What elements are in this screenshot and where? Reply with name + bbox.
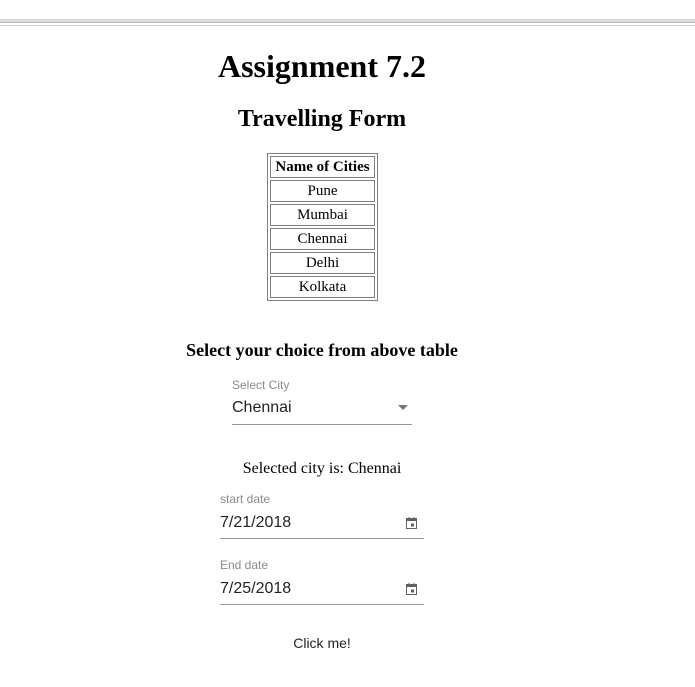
- start-date-input[interactable]: 7/21/2018: [220, 514, 291, 532]
- city-select[interactable]: Select City Chennai: [232, 378, 412, 425]
- table-cell-city: Chennai: [270, 228, 375, 250]
- choice-heading: Select your choice from above table: [186, 340, 458, 360]
- city-select-value[interactable]: Chennai: [232, 399, 292, 417]
- end-date-label: End date: [220, 558, 269, 572]
- selected-city-text: Selected city is: Chennai: [242, 460, 402, 477]
- start-date-field[interactable]: start date 7/21/2018: [220, 492, 424, 539]
- table-cell-city: Delhi: [270, 252, 375, 274]
- page-subtitle: Travelling Form: [237, 106, 407, 132]
- calendar-icon[interactable]: [406, 583, 417, 595]
- table-row: Mumbai: [270, 204, 375, 226]
- cities-table: Name of Cities Pune Mumbai Chennai Delhi…: [267, 153, 378, 301]
- end-date-field[interactable]: End date 7/25/2018: [220, 558, 424, 605]
- click-me-button[interactable]: Click me!: [282, 630, 362, 656]
- table-cell-city: Mumbai: [270, 204, 375, 226]
- table-row: Pune: [270, 180, 375, 202]
- table-row: Delhi: [270, 252, 375, 274]
- end-date-input[interactable]: 7/25/2018: [220, 580, 291, 598]
- table-row: Kolkata: [270, 276, 375, 298]
- table-cell-city: Kolkata: [270, 276, 375, 298]
- top-divider-line: [0, 25, 695, 26]
- city-select-label: Select City: [232, 378, 290, 392]
- table-header-row: Name of Cities: [270, 156, 375, 178]
- page-title: Assignment 7.2: [217, 48, 426, 84]
- calendar-icon[interactable]: [406, 517, 417, 529]
- table-row: Chennai: [270, 228, 375, 250]
- table-header-cell: Name of Cities: [270, 156, 375, 178]
- top-divider: [0, 19, 695, 23]
- chevron-down-icon[interactable]: [398, 405, 408, 410]
- start-date-label: start date: [220, 492, 271, 506]
- table-cell-city: Pune: [270, 180, 375, 202]
